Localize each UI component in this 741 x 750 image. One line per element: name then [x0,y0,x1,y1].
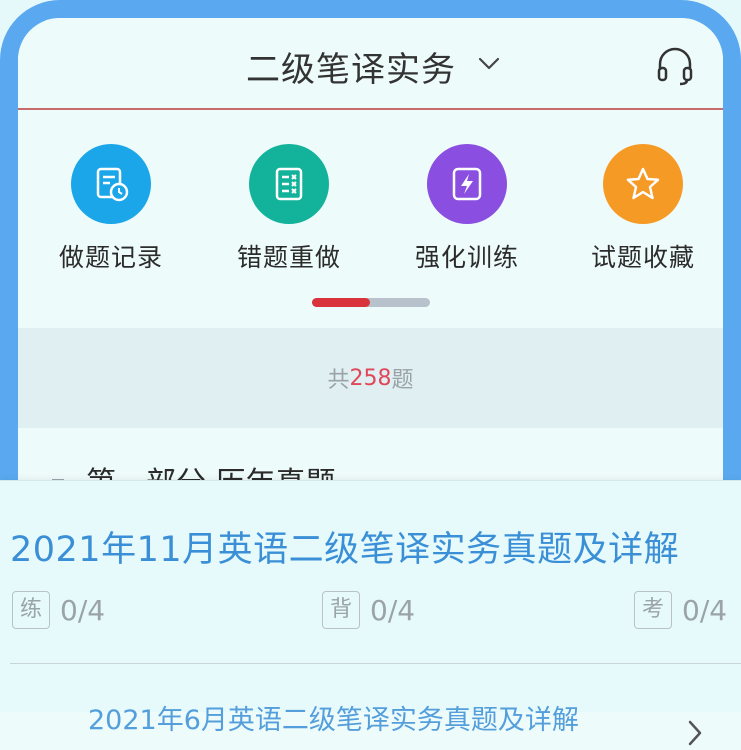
lightning-icon [427,144,507,224]
menu-item-wrong-redo[interactable]: 错题重做 [204,138,374,274]
stat-memorize[interactable]: 背 0/4 [322,591,415,629]
headset-icon[interactable] [654,44,696,86]
stat-value: 0/4 [60,593,106,627]
page-indicator-active [312,298,370,307]
divider [10,663,741,664]
page-title[interactable]: 二级笔译实务 [246,42,456,91]
top-header: 二级笔译实务 [18,18,723,110]
menu-item-practice-record[interactable]: 做题记录 [26,138,196,274]
chevron-right-icon[interactable] [684,718,706,748]
count-number: 258 [349,365,392,391]
stat-value: 0/4 [370,593,416,627]
stat-value: 0/4 [682,593,728,627]
count-prefix: 共 [327,368,350,393]
exam-list-item[interactable]: 2021年6月英语二级笔译实务真题及详解 [0,705,741,750]
chevron-down-icon[interactable] [474,48,504,78]
feature-menu: 做题记录 错题重做 强化训练 试题收藏 [18,138,723,298]
menu-label: 做题记录 [58,243,163,272]
exam-card[interactable]: 2021年11月英语二级笔译实务真题及详解 练 0/4 背 0/4 考 0/4 [0,480,741,713]
stat-exam[interactable]: 考 0/4 [634,591,727,629]
exam-title[interactable]: 2021年6月英语二级笔译实务真题及详解 [88,698,579,737]
star-icon [603,144,683,224]
menu-label: 强化训练 [414,243,519,272]
stat-practice[interactable]: 练 0/4 [12,591,105,629]
stat-tag: 考 [634,591,672,629]
history-doc-icon [71,144,151,224]
menu-item-intensive-training[interactable]: 强化训练 [382,138,552,274]
stat-tag: 练 [12,591,50,629]
exam-title[interactable]: 2021年11月英语二级笔译实务真题及详解 [10,521,679,572]
stat-tag: 背 [322,591,360,629]
count-suffix: 题 [391,368,414,393]
menu-item-favorites[interactable]: 试题收藏 [558,138,723,274]
page-indicator [312,298,430,307]
menu-label: 错题重做 [236,243,341,272]
menu-label: 试题收藏 [590,243,695,272]
wrong-list-icon [249,144,329,224]
question-count: 共 258 题 [18,328,723,428]
